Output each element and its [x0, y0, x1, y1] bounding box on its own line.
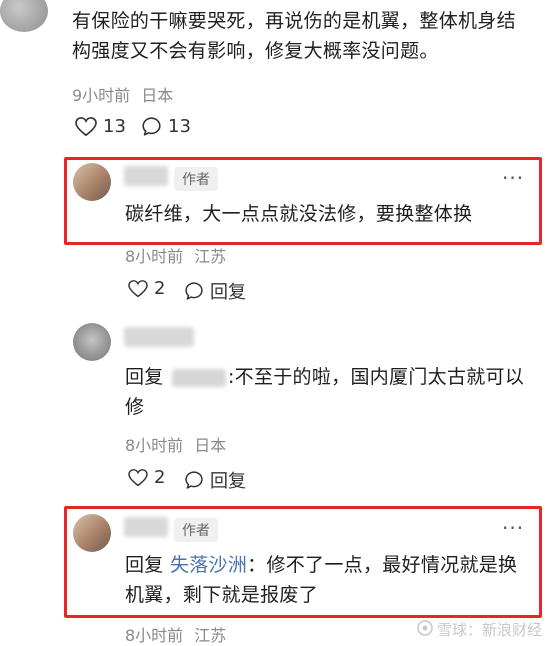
reply-count: 13	[168, 116, 191, 137]
timestamp: 8小时前	[125, 626, 184, 645]
location: 江苏	[194, 626, 227, 645]
highlight-box	[64, 157, 542, 245]
highlight-box	[64, 506, 542, 618]
comment-icon	[141, 116, 162, 137]
snowball-logo-icon	[417, 619, 433, 640]
reply-meta: 8小时前 日本	[125, 432, 226, 456]
comment-icon	[184, 470, 204, 490]
reply-count-button[interactable]: 13	[141, 116, 191, 137]
reply-button[interactable]: 回复	[184, 467, 246, 493]
reply-text: 回复 :不至于的啦，国内厦门太古就可以修	[125, 362, 535, 422]
username-redacted	[124, 327, 194, 347]
comment-text: 有保险的干嘛要哭死，再说伤的是机翼，整体机身结构强度又不会有影响，修复大概率没问…	[72, 6, 532, 66]
avatar[interactable]	[0, 0, 48, 32]
like-button[interactable]: 13	[75, 116, 126, 137]
heart-icon	[128, 279, 148, 298]
watermark-text: 雪球：新浪财经	[436, 621, 542, 639]
like-button[interactable]: 2	[128, 278, 165, 299]
reply-meta: 8小时前 江苏	[125, 243, 226, 267]
like-count: 2	[154, 467, 166, 488]
location: 日本	[141, 86, 174, 105]
avatar[interactable]	[73, 323, 111, 361]
reply-label: 回复	[210, 282, 246, 303]
reply-meta: 8小时前 江苏	[125, 622, 226, 646]
comment-icon	[184, 281, 204, 301]
mention-redacted[interactable]	[171, 368, 226, 387]
comment-text-content: 有保险的干嘛要哭死，再说伤的是机翼，整体机身结构强度又不会有影响，修复大概率没问…	[72, 10, 516, 62]
reply-button[interactable]: 回复	[184, 278, 246, 304]
comment-meta: 9小时前 日本	[72, 82, 173, 106]
like-count: 2	[154, 278, 166, 299]
location: 日本	[194, 436, 227, 455]
timestamp: 9小时前	[72, 86, 131, 105]
timestamp: 8小时前	[125, 247, 184, 266]
timestamp: 8小时前	[125, 436, 184, 455]
like-count: 13	[103, 116, 126, 137]
heart-icon	[75, 116, 97, 137]
reply-prefix: 回复	[125, 366, 164, 388]
location: 江苏	[194, 247, 227, 266]
heart-icon	[128, 468, 148, 487]
like-button[interactable]: 2	[128, 467, 165, 488]
reply-label: 回复	[210, 471, 246, 492]
watermark: 雪球：新浪财经	[417, 619, 542, 640]
